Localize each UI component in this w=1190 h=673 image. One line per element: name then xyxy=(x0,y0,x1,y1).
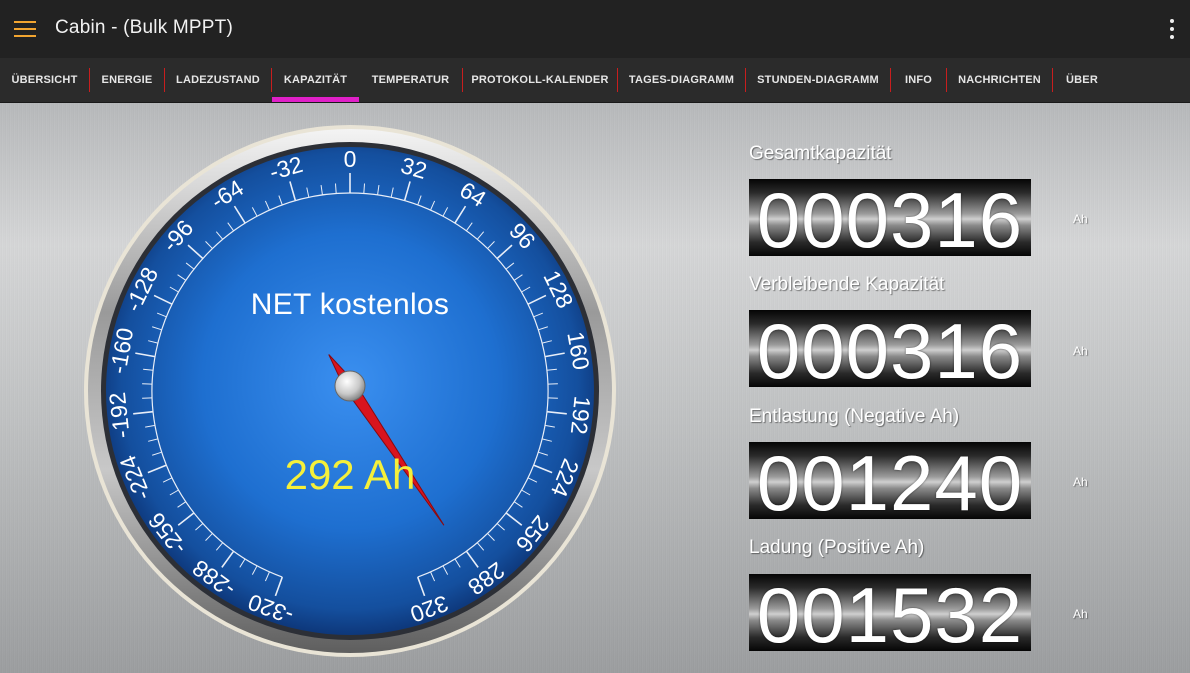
gauge-value: 292 Ah xyxy=(284,451,416,498)
remaining-capacity-counter: 000316 xyxy=(749,310,1031,387)
tab-ueber[interactable]: ÜBER xyxy=(1053,58,1111,102)
gauge-needle-hub xyxy=(334,370,366,402)
capacity-panel: -320 -288 -256 -224 -192 -160 -128 -96 -64 -32 0 32… xyxy=(0,103,1190,673)
charge-label: Ladung (Positive Ah) xyxy=(749,537,925,558)
tab-label: TAGES-DIAGRAMM xyxy=(628,74,735,86)
app-title: Cabin - (Bulk MPPT) xyxy=(55,17,234,38)
gauge-graphic: -320-288-256-224-192-160-128-96-64-32 0 32… xyxy=(84,125,616,657)
tab-label: KAPAZITÄT xyxy=(283,74,348,86)
total-capacity-counter: 000316 xyxy=(749,179,1031,256)
tab-label: PROTOKOLL-KALENDER xyxy=(471,74,609,86)
tab-stunden-diagramm[interactable]: STUNDEN-DIAGRAMM xyxy=(746,58,890,102)
charge-value: 001532 xyxy=(756,574,1024,651)
remaining-capacity-unit: Ah xyxy=(1073,344,1088,358)
tab-ladezustand[interactable]: LADEZUSTAND xyxy=(165,58,271,102)
tab-label: ÜBER xyxy=(1066,74,1098,86)
gauge-minor-tick xyxy=(334,183,337,194)
gauge-tick-label: -192 xyxy=(104,391,135,440)
discharge-label: Entlastung (Negative Ah) xyxy=(749,406,960,427)
tab-label: ÜBERSICHT xyxy=(11,74,78,86)
total-capacity-unit: Ah xyxy=(1073,212,1088,226)
tab-bar: ÜBERSICHT ENERGIE LADEZUSTAND KAPAZITÄT … xyxy=(0,58,1190,103)
gauge-tick-label: 192 xyxy=(566,395,596,436)
tab-kapazitaet[interactable]: KAPAZITÄT xyxy=(272,58,359,102)
tab-energie[interactable]: ENERGIE xyxy=(90,58,164,102)
capacity-gauge: -320 -288 -256 -224 -192 -160 -128 -96 -64 -32 0 32… xyxy=(82,123,618,659)
tab-label: INFO xyxy=(904,74,933,86)
charge-counter: 001532 xyxy=(749,574,1031,651)
tab-temperatur[interactable]: TEMPERATUR xyxy=(359,58,462,102)
tab-tages-diagramm[interactable]: TAGES-DIAGRAMM xyxy=(618,58,745,102)
tab-label: TEMPERATUR xyxy=(371,74,450,86)
tab-nachrichten[interactable]: NACHRICHTEN xyxy=(947,58,1052,102)
remaining-capacity-value: 000316 xyxy=(756,310,1024,387)
active-tab-indicator xyxy=(272,97,359,102)
gauge-tick-label: 0 xyxy=(344,146,357,172)
discharge-value: 001240 xyxy=(756,442,1024,519)
hamburger-menu-icon[interactable] xyxy=(14,21,36,37)
gauge-title: NET kostenlos xyxy=(250,288,450,321)
tab-label: STUNDEN-DIAGRAMM xyxy=(757,74,879,86)
tab-protokoll-kalender[interactable]: PROTOKOLL-KALENDER xyxy=(463,58,617,102)
tab-uebersicht[interactable]: ÜBERSICHT xyxy=(0,58,89,102)
discharge-unit: Ah xyxy=(1073,475,1088,489)
tab-label: ENERGIE xyxy=(101,74,153,86)
tab-info[interactable]: INFO xyxy=(891,58,946,102)
more-vert-icon[interactable] xyxy=(1168,19,1176,39)
total-capacity-value: 000316 xyxy=(756,179,1024,256)
total-capacity-label: Gesamtkapazität xyxy=(749,143,892,164)
tab-label: LADEZUSTAND xyxy=(176,74,260,86)
discharge-counter: 001240 xyxy=(749,442,1031,519)
tab-label: NACHRICHTEN xyxy=(958,74,1041,86)
charge-unit: Ah xyxy=(1073,607,1088,621)
remaining-capacity-label: Verbleibende Kapazität xyxy=(749,274,945,295)
gauge-minor-tick xyxy=(363,183,366,194)
app-bar: Cabin - (Bulk MPPT) xyxy=(0,0,1190,58)
